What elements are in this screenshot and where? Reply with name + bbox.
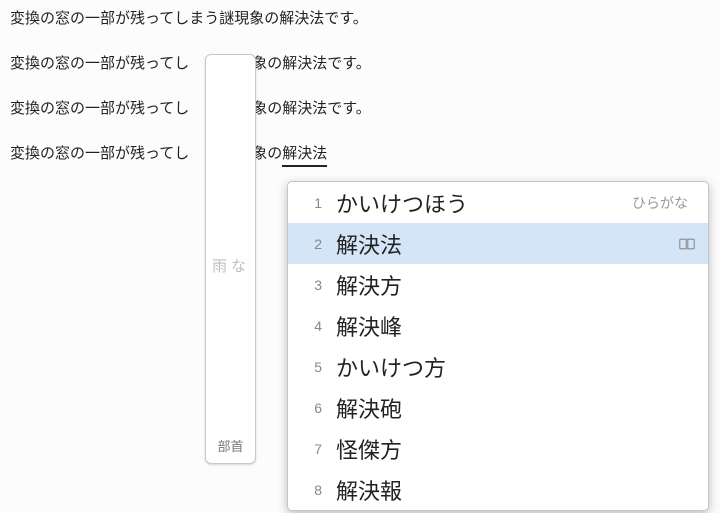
ime-candidate-word: 怪傑方 xyxy=(336,433,402,465)
ime-composing-span: 解決法 xyxy=(282,143,327,167)
ime-candidate-word: 解決方 xyxy=(336,269,402,301)
ime-candidate-index: 8 xyxy=(300,482,322,498)
ime-candidate-row[interactable]: 8 解決報 xyxy=(288,469,708,510)
ime-candidate-row[interactable]: 5 かいけつ方 xyxy=(288,346,708,387)
ime-candidate-row[interactable]: 2 解決法 xyxy=(288,223,708,264)
ime-candidate-row[interactable]: 3 解決方 xyxy=(288,264,708,305)
ime-candidate-row[interactable]: 6 解決砲 xyxy=(288,387,708,428)
ime-ghost-footer: 部首 xyxy=(206,430,255,463)
ime-candidate-hint: ひらがな xyxy=(468,193,696,213)
text-line: 変換の窓の一部が残ってし う謎現象の解決法です。 xyxy=(10,53,710,74)
ime-candidate-index: 7 xyxy=(300,441,322,457)
dictionary-icon xyxy=(678,236,696,252)
ime-candidate-index: 1 xyxy=(300,195,322,211)
ime-candidate-index: 6 xyxy=(300,400,322,416)
ime-candidate-index: 4 xyxy=(300,318,322,334)
text-fragment: 変換の窓の一部が残ってし xyxy=(10,100,189,117)
ime-candidate-row[interactable]: 7 怪傑方 xyxy=(288,428,708,469)
ime-ghost-palette[interactable]: 雨な 部首 xyxy=(205,54,256,464)
text-fragment: 変換の窓の一部が残ってし xyxy=(10,145,189,162)
ime-candidate-index: 5 xyxy=(300,359,322,375)
ime-candidate-word: 解決報 xyxy=(336,474,402,506)
ime-candidate-word: 解決砲 xyxy=(336,392,402,424)
ime-candidate-window[interactable]: 1 かいけつほうひらがな 2 解決法 3 解決方 4 解決峰 5 かいけつ方 6 解決砲 7 怪傑方 8 解決… xyxy=(287,181,709,511)
ime-candidate-row[interactable]: 1 かいけつほうひらがな xyxy=(288,182,708,223)
ime-candidate-index: 2 xyxy=(300,236,322,252)
ime-ghost-hint: 雨な xyxy=(206,55,255,430)
ime-candidate-word: 解決峰 xyxy=(336,310,402,342)
ime-candidate-row[interactable]: 4 解決峰 xyxy=(288,305,708,346)
ime-candidate-word: 解決法 xyxy=(336,228,402,260)
text-line: 変換の窓の一部が残ってし う謎現象の解決法です。 xyxy=(10,98,710,119)
document-area: 変換の窓の一部が残ってしまう謎現象の解決法です。 変換の窓の一部が残ってし う謎… xyxy=(0,0,720,513)
ime-candidate-word: かいけつほう xyxy=(336,187,468,219)
text-line: 変換の窓の一部が残ってし う謎現象の解決法 xyxy=(10,143,710,167)
ime-candidate-index: 3 xyxy=(300,277,322,293)
text-line: 変換の窓の一部が残ってしまう謎現象の解決法です。 xyxy=(10,8,710,29)
text-fragment: 変換の窓の一部が残ってし xyxy=(10,55,189,72)
ime-candidate-word: かいけつ方 xyxy=(336,351,446,383)
